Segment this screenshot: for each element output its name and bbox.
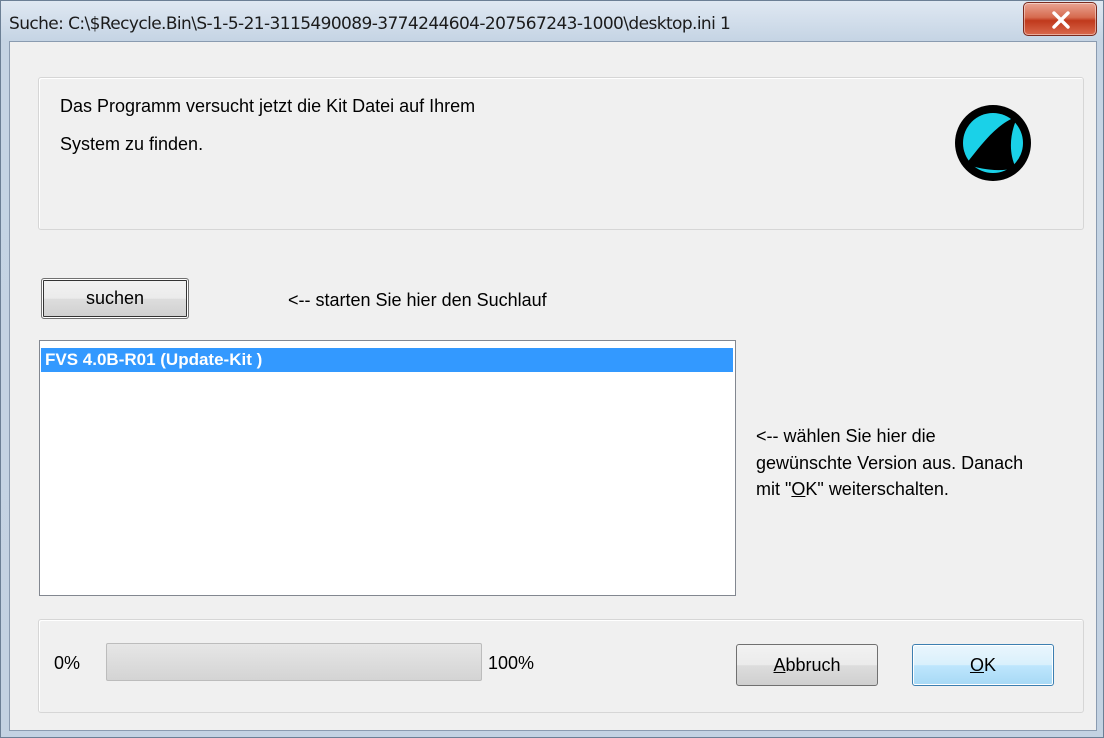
progress-min-label: 0% [54,653,81,673]
ok-button[interactable]: OK [912,644,1054,686]
select-hint-pre: mit " [756,479,792,499]
close-button[interactable] [1023,2,1097,36]
progress-bar [106,643,482,681]
version-listbox[interactable]: FVS 4.0B-R01 (Update-Kit ) [39,340,736,596]
window-title: Suche: C:\$Recycle.Bin\S-1-5-21-31154900… [9,14,731,34]
dialog-client-area: Das Programm versucht jetzt die Kit Date… [9,41,1097,731]
dialog-window: Suche: C:\$Recycle.Bin\S-1-5-21-31154900… [0,0,1104,738]
select-hint-post: " weiterschalten. [817,479,949,499]
select-hint-mid: K [805,479,818,499]
cancel-accel: A [773,654,786,675]
shark-fin-logo-icon [955,105,1031,181]
info-text-line1: Das Programm versucht jetzt die Kit Date… [60,96,476,116]
close-icon [1052,11,1070,29]
title-bar[interactable]: Suche: C:\$Recycle.Bin\S-1-5-21-31154900… [1,1,1103,41]
ok-accel: O [969,654,984,675]
select-hint-line2: gewünschte Version aus. Danach [756,453,1024,473]
select-hint-line1: <-- wählen Sie hier die [756,426,936,446]
cancel-button[interactable]: Abbruch [736,644,878,686]
select-hint-accel: O [791,479,806,499]
search-hint: <-- starten Sie hier den Suchlauf [288,290,547,310]
ok-label: K [984,654,997,675]
search-button[interactable]: suchen [41,278,189,319]
list-item-selected[interactable]: FVS 4.0B-R01 (Update-Kit ) [41,348,733,372]
info-text-line2: System zu finden. [60,134,204,154]
cancel-label: bbruch [785,654,841,675]
progress-max-label: 100% [488,653,535,673]
select-hint-line3: mit "OK" weiterschalten. [756,478,949,500]
